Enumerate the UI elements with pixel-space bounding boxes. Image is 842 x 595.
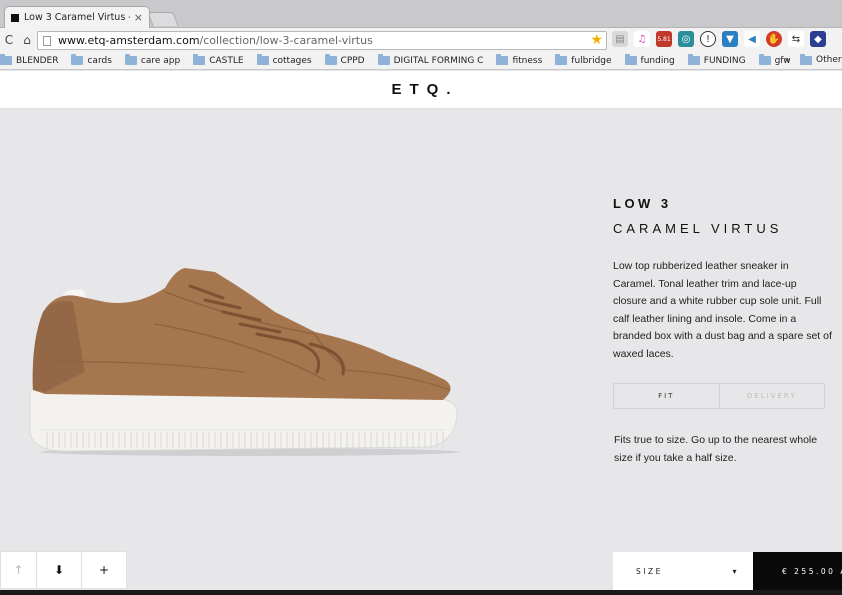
browser-tab[interactable]: Low 3 Caramel Virtus - ETQ ×	[4, 6, 150, 28]
extension-spiral-icon[interactable]: ◎	[678, 31, 694, 47]
tab-fit[interactable]: FIT	[614, 384, 719, 408]
bookmark-item[interactable]: CASTLE	[193, 54, 244, 66]
bookmark-list: BLENDER cards care app CASTLE cottages CPPD DI…	[0, 54, 804, 66]
url-host: www.etq-amsterdam.com	[58, 34, 200, 47]
bookmark-item[interactable]: cards	[71, 54, 112, 66]
browser-toolbar: C ⌂ www.etq-amsterdam.com/collection/low…	[0, 28, 842, 52]
product-description: Low top rubberized leather sneaker in Ca…	[613, 260, 832, 360]
bookmark-label: cottages	[272, 55, 312, 66]
scroll-up-button[interactable]: ↑	[0, 551, 37, 589]
bottom-edge	[0, 590, 842, 595]
bookmark-item[interactable]: DIGITAL FORMING C	[377, 54, 484, 66]
address-bar[interactable]: www.etq-amsterdam.com/collection/low-3-c…	[37, 31, 607, 50]
expand-plus-button[interactable]: +	[82, 551, 127, 589]
folder-icon	[71, 54, 84, 65]
bookmark-label: CPPD	[340, 55, 365, 66]
bookmark-item[interactable]: fulbridge	[555, 54, 612, 66]
close-icon[interactable]: ×	[134, 11, 143, 24]
site-header: ETQ.	[0, 71, 842, 109]
extension-grey-icon[interactable]: ▤	[612, 31, 628, 47]
folder-icon	[496, 54, 509, 65]
product-image-sneaker	[29, 268, 460, 456]
extension-icons: ▤ ♫ 5.81 ◎ ! ▼ ◀ ✋ ⇆ ◆	[612, 31, 826, 47]
folder-icon	[0, 54, 12, 65]
bookmark-label: BLENDER	[16, 55, 59, 66]
folder-icon	[624, 54, 637, 65]
add-to-cart-price-button[interactable]: € 255.00 A	[753, 552, 842, 590]
shield-icon[interactable]: ▼	[722, 31, 738, 47]
etq-favicon-icon	[11, 13, 19, 22]
bookmark-label: fitness	[512, 55, 543, 66]
bookmark-label: cards	[87, 55, 112, 66]
megaphone-icon[interactable]: ◀	[744, 31, 760, 47]
bookmarks-bar: BLENDER cards care app CASTLE cottages CPPD DI…	[0, 52, 842, 70]
browser-tab-strip: Low 3 Caramel Virtus - ETQ ×	[0, 0, 842, 28]
scroll-down-button[interactable]: ⬇	[37, 551, 82, 589]
bookmark-item[interactable]: funding	[624, 54, 675, 66]
bookmarks-overflow-chevron-icon[interactable]: »	[784, 55, 790, 66]
bookmark-item[interactable]: BLENDER	[0, 54, 59, 66]
folder-icon	[193, 54, 206, 65]
bookmark-label: care app	[140, 55, 181, 66]
bookmark-item[interactable]: care app	[124, 54, 181, 66]
url-path: /collection/low-3-caramel-virtus	[199, 34, 373, 47]
folder-icon	[555, 54, 568, 65]
adblock-hand-icon[interactable]: ✋	[766, 31, 782, 47]
bookmark-item[interactable]: cottages	[256, 54, 312, 66]
bookmark-label: fulbridge	[571, 55, 612, 66]
bookmark-item[interactable]: fitness	[496, 54, 543, 66]
etq-logo[interactable]: ETQ.	[383, 81, 458, 98]
bookmark-item[interactable]: CPPD	[324, 54, 365, 66]
tab-title: Low 3 Caramel Virtus - ETQ	[24, 12, 130, 23]
bookmark-other-label: Other	[816, 55, 842, 65]
music-note-icon[interactable]: ♫	[634, 31, 650, 47]
bookmark-item[interactable]: FUNDING	[687, 54, 746, 66]
tab-delivery[interactable]: DELIVERY	[718, 384, 825, 408]
size-select[interactable]: SIZE ▾	[613, 552, 753, 590]
bookmark-star-icon[interactable]: ★	[590, 32, 603, 48]
bookmark-label: FUNDING	[703, 55, 746, 66]
home-icon[interactable]: ⌂	[18, 33, 36, 47]
extension-blue-icon[interactable]: ◆	[810, 31, 826, 47]
translate-icon[interactable]: ⇆	[788, 31, 804, 47]
folder-icon	[124, 54, 137, 65]
folder-icon	[256, 54, 269, 65]
gallery-controls: ↑ ⬇ +	[0, 551, 127, 589]
bookmark-label: funding	[640, 55, 675, 66]
fit-description: Fits true to size. Go up to the nearest …	[614, 434, 818, 464]
bookmark-other[interactable]: Other	[800, 53, 842, 65]
folder-icon	[377, 54, 390, 65]
product-info: LOW 3 CARAMEL VIRTUS Low top rubberized …	[613, 196, 833, 364]
folder-icon	[758, 54, 771, 65]
product-color: CARAMEL VIRTUS	[613, 221, 783, 236]
new-tab-button[interactable]	[147, 12, 179, 26]
product-tabs: FIT DELIVERY	[613, 383, 825, 409]
chevron-down-icon: ▾	[732, 566, 739, 576]
size-select-label: SIZE	[636, 566, 663, 576]
page-icon	[43, 35, 51, 46]
folder-icon	[800, 53, 812, 65]
bookmark-label: DIGITAL FORMING C	[393, 55, 484, 66]
folder-icon	[324, 54, 337, 65]
reload-icon[interactable]: C	[0, 33, 18, 47]
folder-icon	[687, 54, 700, 65]
bookmark-label: CASTLE	[209, 55, 244, 66]
info-icon[interactable]: !	[700, 31, 716, 47]
product-name: LOW 3	[613, 196, 672, 211]
extension-badge-icon[interactable]: 5.81	[656, 31, 672, 47]
